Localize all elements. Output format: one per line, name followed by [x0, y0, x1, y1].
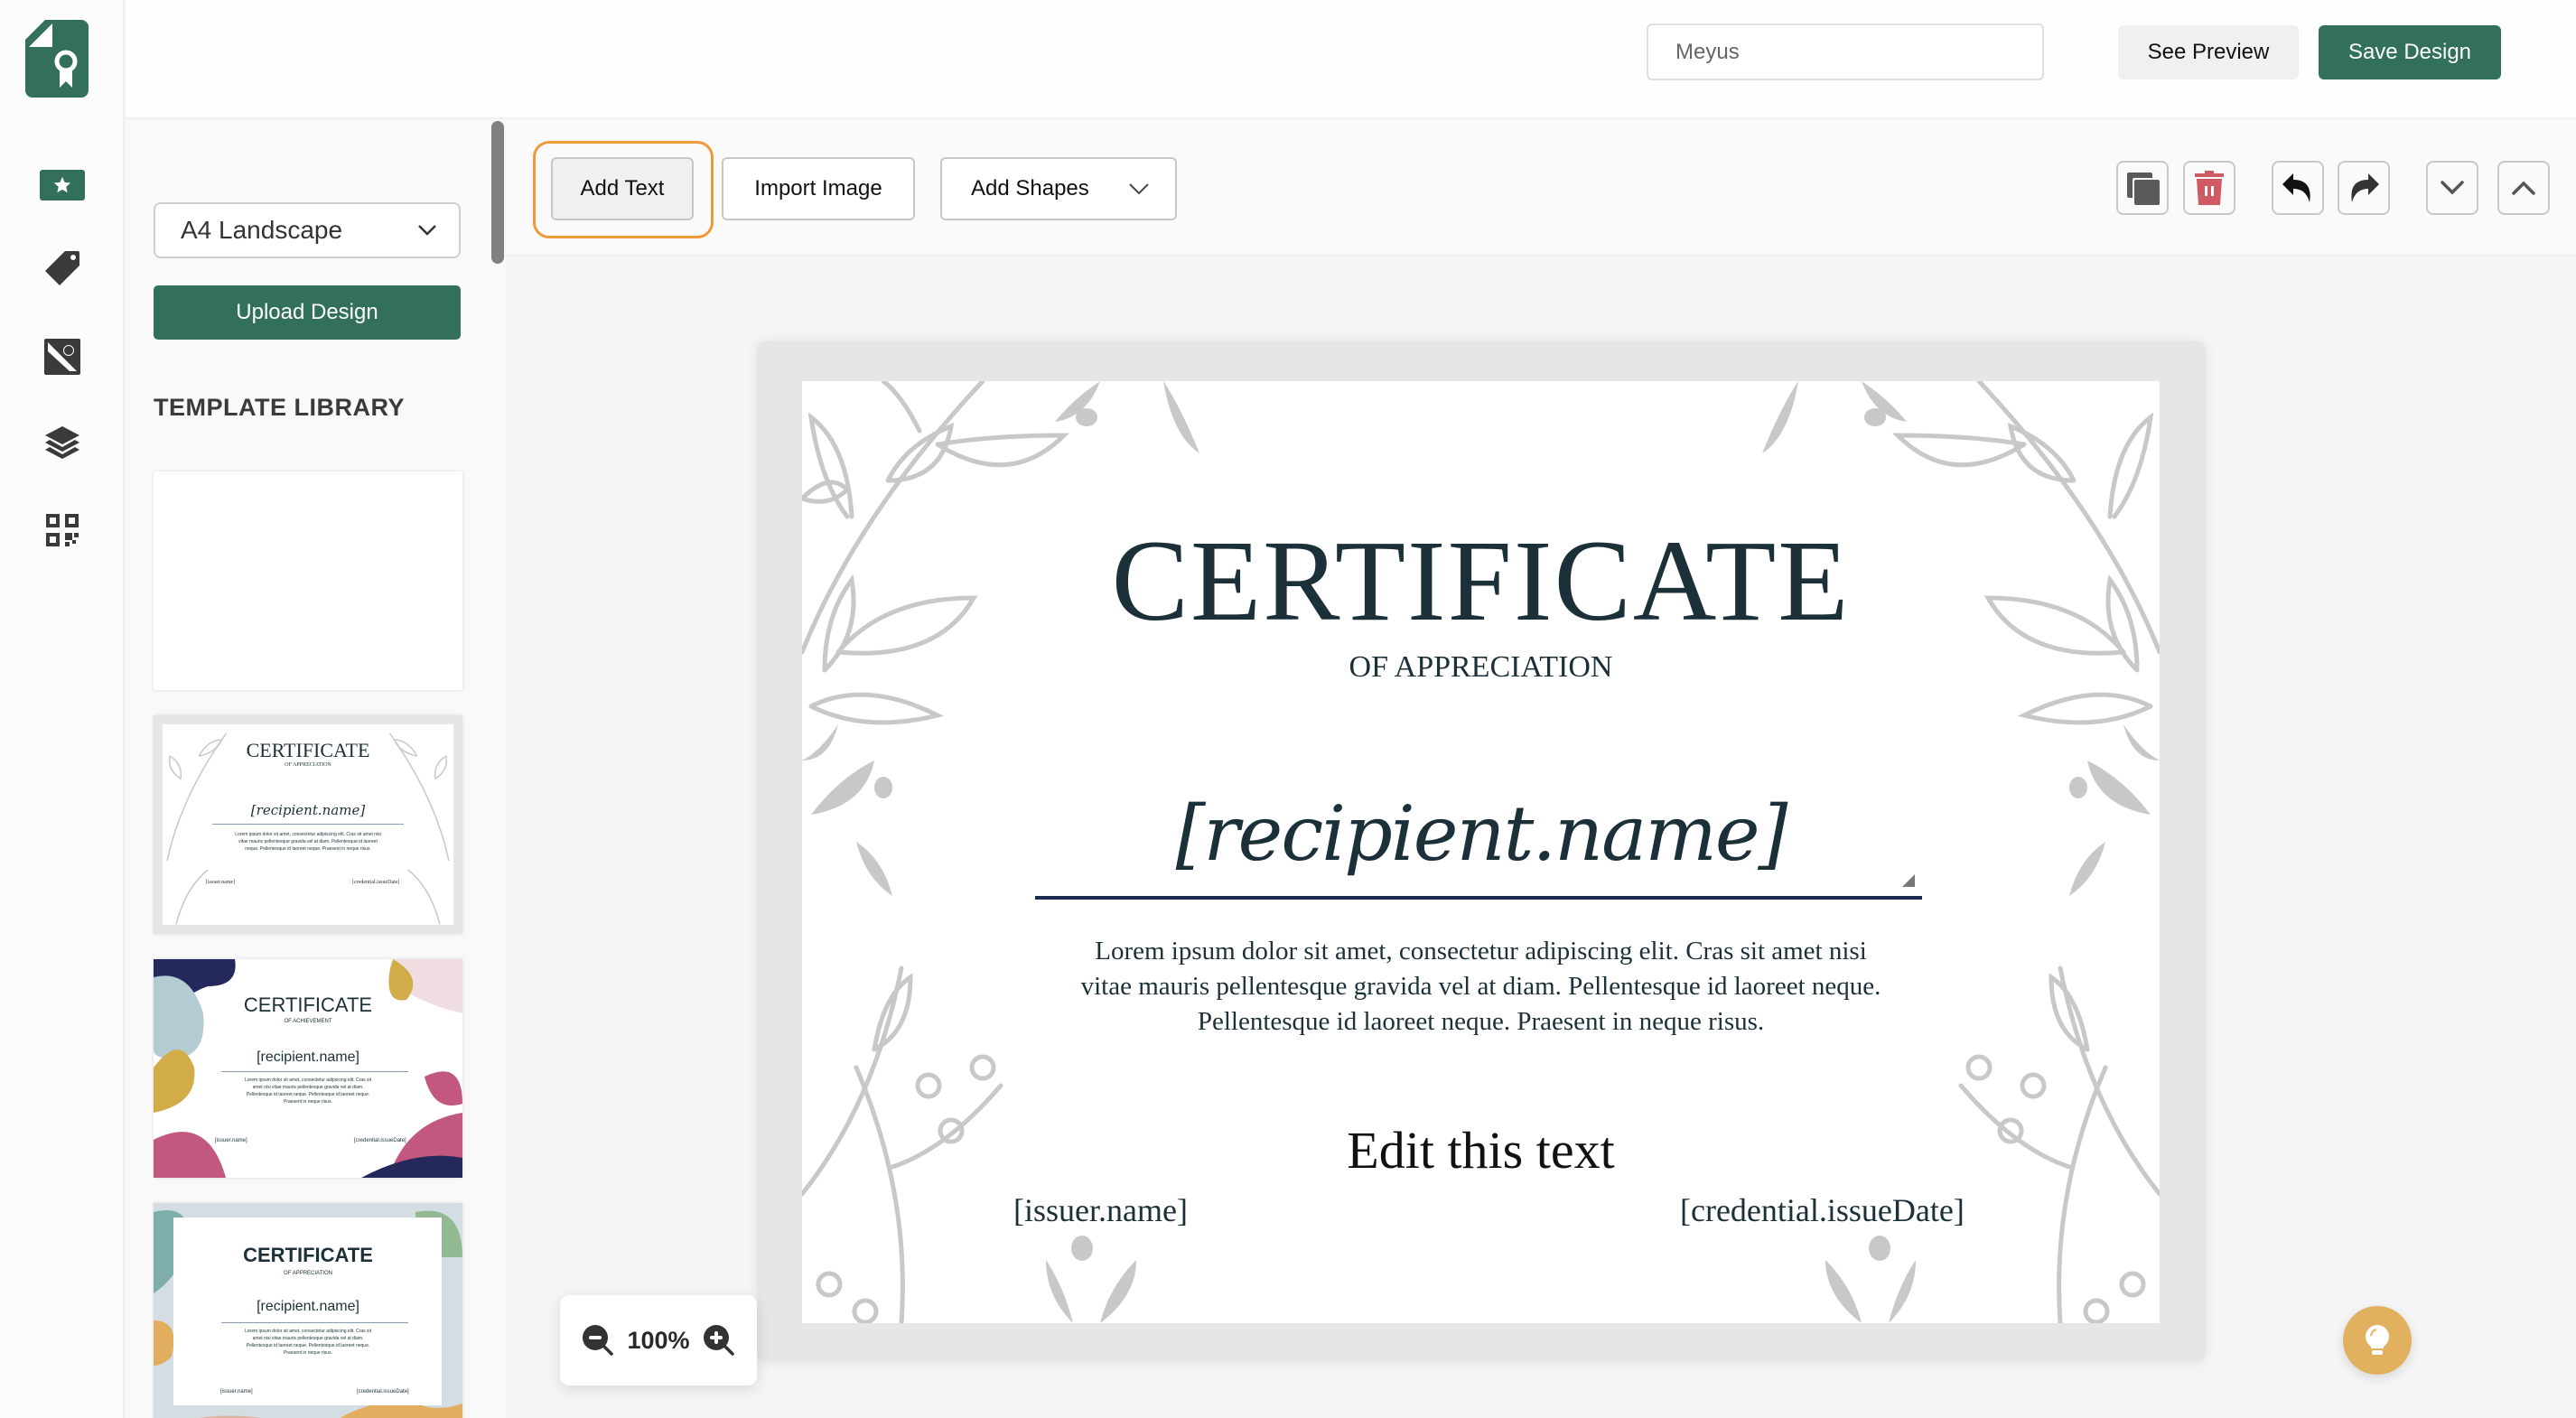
- resize-handle[interactable]: [1902, 874, 1915, 887]
- template-title: CERTIFICATE: [243, 994, 373, 1016]
- upload-design-button[interactable]: Upload Design: [154, 285, 461, 340]
- template-library-title: TEMPLATE LIBRARY: [154, 394, 405, 421]
- undo-icon: [2282, 173, 2310, 202]
- zoom-level: 100%: [627, 1326, 690, 1354]
- template-body: Lorem ipsum dolor sit amet, consectetur …: [244, 1329, 372, 1356]
- add-shapes-dropdown[interactable]: Add Shapes: [940, 157, 1177, 220]
- move-down-button[interactable]: [2426, 161, 2478, 215]
- certificate-logo-icon[interactable]: [25, 20, 89, 98]
- template-title: CERTIFICATE: [246, 739, 370, 761]
- tips-button[interactable]: [2343, 1306, 2412, 1375]
- edit-text-element[interactable]: Edit this text: [802, 1120, 2160, 1180]
- chevron-down-icon: [1129, 183, 1149, 195]
- zoom-in-icon: [703, 1325, 734, 1356]
- certificate-title[interactable]: CERTIFICATE: [802, 515, 2160, 648]
- template-date: [credential.issueDate]: [354, 1138, 406, 1143]
- abstract-shapes: [154, 959, 462, 1178]
- chevron-up-icon: [2512, 181, 2535, 195]
- template-recipient: [recipient.name]: [250, 802, 366, 818]
- template-recipient: [recipient.name]: [257, 1050, 359, 1065]
- delete-button[interactable]: [2183, 161, 2235, 215]
- icon-rail: [0, 0, 125, 1418]
- template-issuer: [issuer.name]: [215, 1138, 247, 1143]
- duplicate-button[interactable]: [2116, 161, 2169, 215]
- template-body: Lorem ipsum dolor sit amet, consectetur …: [235, 832, 381, 852]
- page-size-value: A4 Landscape: [181, 216, 343, 244]
- template-title: CERTIFICATE: [243, 1244, 373, 1266]
- issue-date-field[interactable]: [credential.issueDate]: [1680, 1191, 1965, 1229]
- certificate-canvas[interactable]: CERTIFICATE OF APPRECIATION [recipient.n…: [802, 381, 2160, 1323]
- redo-icon: [2351, 173, 2379, 202]
- template-body: Lorem ipsum dolor sit amet, consectetur …: [244, 1077, 372, 1105]
- template-panel: A4 Landscape Upload Design TEMPLATE LIBR…: [126, 121, 504, 1418]
- template-recipient: [recipient.name]: [257, 1299, 359, 1314]
- panel-scrollbar[interactable]: [491, 121, 504, 264]
- page-size-select[interactable]: A4 Landscape: [154, 202, 461, 258]
- image-icon: [44, 339, 80, 375]
- rail-item-layers[interactable]: [0, 412, 125, 475]
- certificate-subtitle[interactable]: OF APPRECIATION: [802, 650, 2160, 685]
- layers-icon: [45, 426, 79, 459]
- add-text-button[interactable]: Add Text: [551, 157, 694, 220]
- template-subtitle: OF ACHIEVEMENT: [284, 1019, 332, 1024]
- add-shapes-label: Add Shapes: [971, 176, 1089, 201]
- rail-item-templates[interactable]: [0, 154, 125, 217]
- template-issuer: [issuer.name]: [220, 1389, 253, 1395]
- qr-code-icon: [46, 514, 79, 546]
- lightbulb-icon: [2366, 1325, 2389, 1355]
- design-name-input[interactable]: [1647, 23, 2044, 80]
- zoom-control: 100%: [560, 1295, 757, 1385]
- recipient-underline[interactable]: [1035, 896, 1922, 900]
- header: See Preview Save Design: [126, 0, 2576, 119]
- move-up-button[interactable]: [2497, 161, 2550, 215]
- save-design-button[interactable]: Save Design: [2319, 25, 2501, 79]
- certificate-body-text[interactable]: Lorem ipsum dolor sit amet, consectetur …: [1073, 934, 1889, 1040]
- template-subtitle: OF APPRECIATION: [284, 1271, 332, 1276]
- delete-icon: [2195, 171, 2224, 205]
- star-icon: [40, 170, 85, 201]
- zoom-out-icon: [583, 1325, 614, 1356]
- chevron-down-icon: [2441, 181, 2464, 195]
- template-issuer: [issuer.name]: [206, 880, 236, 885]
- template-date: [credential.issueDate]: [357, 1389, 409, 1395]
- rail-item-qr-code[interactable]: [0, 499, 125, 562]
- template-subtitle: OF APPRECIATION: [285, 762, 331, 768]
- redo-button[interactable]: [2338, 161, 2390, 215]
- import-image-button[interactable]: Import Image: [722, 157, 915, 220]
- template-pastel-appreciation[interactable]: CERTIFICATE OF APPRECIATION [recipient.n…: [154, 1203, 462, 1418]
- editor-toolbar: Add Text Import Image Add Shapes: [506, 121, 2576, 257]
- undo-button[interactable]: [2272, 161, 2324, 215]
- tag-icon: [45, 251, 79, 285]
- recipient-name-field[interactable]: [recipient.name]: [802, 789, 2160, 878]
- template-abstract-achievement[interactable]: CERTIFICATE OF ACHIEVEMENT [recipient.na…: [154, 959, 462, 1178]
- template-blank[interactable]: [154, 471, 462, 690]
- zoom-out-button[interactable]: [582, 1324, 614, 1357]
- rail-item-images[interactable]: [0, 325, 125, 388]
- rail-item-attributes[interactable]: [0, 237, 125, 300]
- issuer-name-field[interactable]: [issuer.name]: [1013, 1191, 1188, 1229]
- chevron-down-icon: [418, 225, 436, 236]
- template-floral-appreciation[interactable]: CERTIFICATE OF APPRECIATION [recipient.n…: [154, 715, 462, 934]
- zoom-in-button[interactable]: [703, 1324, 735, 1357]
- duplicate-icon: [2127, 173, 2160, 205]
- see-preview-button[interactable]: See Preview: [2118, 25, 2299, 79]
- template-date: [credential.issueDate]: [352, 880, 400, 885]
